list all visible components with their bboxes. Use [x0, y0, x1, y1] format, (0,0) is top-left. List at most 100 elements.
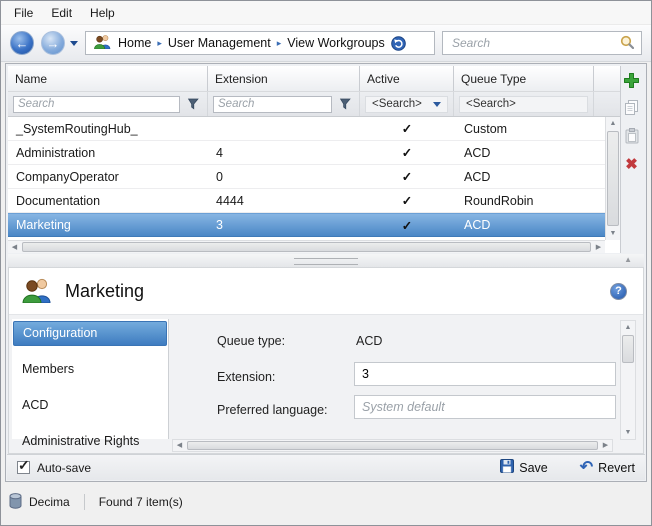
- scroll-down-icon[interactable]: ▼: [621, 426, 635, 439]
- refresh-icon[interactable]: [391, 36, 406, 51]
- help-icon[interactable]: ?: [610, 283, 627, 300]
- auto-save-checkbox[interactable]: ✓: [17, 461, 30, 474]
- search-icon[interactable]: [620, 35, 634, 52]
- menu-help[interactable]: Help: [81, 3, 124, 23]
- filter-icon[interactable]: [336, 95, 354, 113]
- back-button[interactable]: ←: [10, 31, 34, 55]
- workgroup-icon: [21, 277, 53, 306]
- detail-header: Marketing ?: [9, 268, 643, 315]
- scrollbar-thumb[interactable]: [187, 441, 598, 450]
- content-frame: Name Extension Active Queue Type: [5, 63, 647, 482]
- menu-bar: File Edit Help: [1, 1, 651, 25]
- database-icon: [9, 493, 22, 512]
- splitter-grip-icon: [294, 258, 358, 265]
- breadcrumb: Home ▸ User Management ▸ View Workgroups: [85, 31, 435, 55]
- active-filter-select[interactable]: <Search>: [365, 96, 448, 113]
- grid-vertical-scrollbar: ▲ ▼: [605, 117, 620, 240]
- queue-type-label: Queue type:: [217, 334, 285, 348]
- add-icon[interactable]: [623, 71, 641, 89]
- breadcrumb-home[interactable]: Home: [118, 36, 151, 50]
- detail-tab-list: Configuration Members ACD Administrative…: [12, 319, 169, 439]
- workgroups-grid: Name Extension Active Queue Type: [8, 66, 621, 253]
- revert-icon: ↶: [580, 460, 593, 476]
- table-row[interactable]: _SystemRoutingHub_ ✓ Custom: [8, 117, 605, 141]
- grid-actions-toolbar: ✖: [620, 71, 643, 173]
- chevron-down-icon: [433, 102, 441, 107]
- scroll-up-icon[interactable]: ▲: [606, 117, 620, 130]
- table-row[interactable]: Administration 4 ✓ ACD: [8, 141, 605, 165]
- navigation-toolbar: ← → Home ▸ User Management ▸ View Workgr…: [1, 25, 651, 62]
- detail-body: Configuration Members ACD Administrative…: [9, 316, 643, 453]
- queue-type-value: ACD: [356, 334, 382, 348]
- grid-filter-row: <Search> <Search>: [8, 92, 620, 117]
- column-header-active[interactable]: Active: [360, 66, 454, 91]
- configuration-form: Queue type: ACD Extension: Preferred lan…: [170, 316, 643, 453]
- scrollbar-thumb[interactable]: [22, 242, 591, 252]
- history-dropdown-icon[interactable]: [70, 41, 78, 46]
- collapse-panel-icon[interactable]: ▲: [624, 256, 632, 264]
- filter-icon[interactable]: [184, 95, 202, 113]
- breadcrumb-user-management[interactable]: User Management: [168, 36, 271, 50]
- scroll-up-icon[interactable]: ▲: [621, 321, 635, 334]
- copy-icon[interactable]: [623, 99, 641, 117]
- table-row-selected[interactable]: Marketing 3 ✓ ACD: [8, 213, 605, 237]
- breadcrumb-separator-icon: ▸: [277, 39, 282, 48]
- scrollbar-thumb[interactable]: [622, 335, 634, 363]
- tab-members[interactable]: Members: [13, 357, 167, 382]
- active-check-icon: ✓: [360, 218, 454, 233]
- filter-cell-queue-type: <Search>: [454, 92, 594, 116]
- preferred-language-field[interactable]: [354, 395, 616, 419]
- grid-body: _SystemRoutingHub_ ✓ Custom Administrati…: [8, 117, 605, 240]
- workgroup-icon: [93, 34, 112, 52]
- active-check-icon: ✓: [360, 169, 454, 184]
- menu-file[interactable]: File: [5, 3, 42, 23]
- column-header-name[interactable]: Name: [8, 66, 208, 91]
- save-button[interactable]: Save: [500, 459, 548, 476]
- column-header-extension[interactable]: Extension: [208, 66, 360, 91]
- auto-save-label: Auto-save: [37, 461, 91, 475]
- active-check-icon: ✓: [360, 193, 454, 208]
- filter-cell-name: [8, 92, 208, 116]
- table-row[interactable]: Documentation 4444 ✓ RoundRobin: [8, 189, 605, 213]
- status-divider: [84, 494, 85, 510]
- column-header-queue-type[interactable]: Queue Type: [454, 66, 594, 91]
- breadcrumb-separator-icon: ▸: [157, 39, 162, 48]
- breadcrumb-view-workgroups[interactable]: View Workgroups: [287, 36, 385, 50]
- form-vertical-scrollbar: ▲ ▼: [620, 320, 636, 440]
- extension-field[interactable]: [354, 362, 616, 386]
- scroll-down-icon[interactable]: ▼: [606, 227, 620, 240]
- filter-cell-active: <Search>: [360, 92, 454, 116]
- tab-acd[interactable]: ACD: [13, 393, 167, 418]
- tab-administrative-rights[interactable]: Administrative Rights: [13, 429, 167, 454]
- server-name: Decima: [29, 495, 70, 509]
- checkbox-check-icon: ✓: [18, 457, 30, 474]
- scroll-left-icon[interactable]: ◀: [173, 440, 186, 451]
- extension-filter-input[interactable]: [213, 96, 332, 113]
- forward-button[interactable]: →: [41, 31, 65, 55]
- global-search: [442, 31, 642, 55]
- scrollbar-thumb[interactable]: [607, 131, 619, 226]
- splitter-handle[interactable]: ▲: [8, 254, 644, 267]
- filter-cell-filler: [594, 92, 620, 116]
- revert-button[interactable]: ↶ Revert: [580, 460, 635, 476]
- active-check-icon: ✓: [360, 145, 454, 160]
- scroll-right-icon[interactable]: ▶: [599, 440, 612, 451]
- extension-label: Extension:: [217, 370, 275, 384]
- queue-type-filter-select[interactable]: <Search>: [459, 96, 588, 113]
- active-check-icon: ✓: [360, 121, 454, 136]
- scroll-right-icon[interactable]: ▶: [592, 241, 605, 253]
- column-header-filler: [594, 66, 620, 91]
- tab-configuration[interactable]: Configuration: [13, 321, 167, 346]
- form-horizontal-scrollbar: ◀ ▶: [172, 439, 613, 452]
- delete-icon[interactable]: ✖: [623, 155, 641, 173]
- grid-header-row: Name Extension Active Queue Type: [8, 66, 620, 92]
- status-bar: Decima Found 7 item(s): [1, 487, 651, 517]
- command-bar: ✓ Auto-save Save ↶ Revert: [7, 454, 645, 480]
- menu-edit[interactable]: Edit: [42, 3, 81, 23]
- preferred-language-label: Preferred language:: [217, 403, 328, 417]
- scroll-left-icon[interactable]: ◀: [8, 241, 21, 253]
- paste-icon[interactable]: [623, 127, 641, 145]
- table-row[interactable]: CompanyOperator 0 ✓ ACD: [8, 165, 605, 189]
- name-filter-input[interactable]: [13, 96, 180, 113]
- global-search-input[interactable]: [450, 35, 614, 51]
